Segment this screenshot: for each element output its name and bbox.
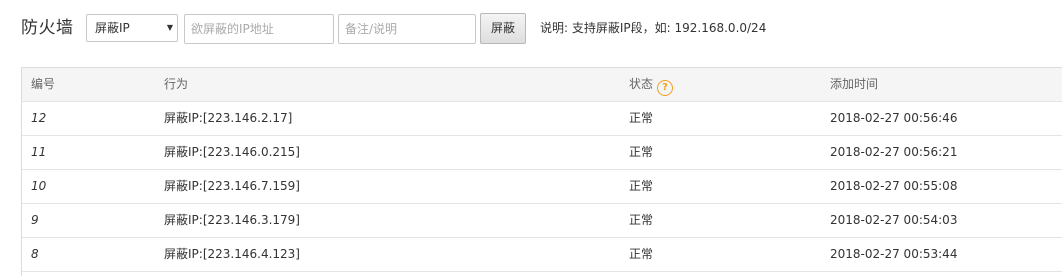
row-status: 正常	[629, 247, 654, 261]
firewall-panel: 防火墙 屏蔽IP ▼ 屏蔽 说明: 支持屏蔽IP段，如: 192.168.0.0…	[0, 0, 1062, 276]
firewall-toolbar: 防火墙 屏蔽IP ▼ 屏蔽 说明: 支持屏蔽IP段，如: 192.168.0.0…	[0, 0, 1062, 58]
row-time: 2018-02-27 00:55:08	[830, 179, 958, 193]
row-id: 12	[31, 111, 47, 125]
column-header-time: 添加时间	[830, 77, 879, 91]
row-action: 屏蔽IP:[223.146.3.179]	[164, 213, 300, 227]
row-status: 正常	[629, 179, 654, 193]
block-type-select[interactable]: 屏蔽IP ▼	[86, 14, 178, 42]
page-title: 防火墙	[21, 18, 74, 38]
row-status: 正常	[629, 145, 654, 159]
ip-address-input[interactable]	[184, 14, 334, 44]
column-header-id: 编号	[31, 77, 56, 91]
column-header-status-label: 状态	[629, 77, 654, 91]
table-header-row: 编号 行为 状态? 添加时间	[22, 68, 1062, 102]
row-action: 屏蔽IP:[223.146.4.123]	[164, 247, 300, 261]
row-time: 2018-02-27 00:56:21	[830, 145, 958, 159]
row-time: 2018-02-27 00:54:03	[830, 213, 958, 227]
question-circle-icon[interactable]: ?	[657, 80, 674, 96]
row-status: 正常	[629, 213, 654, 227]
table-row: 11 屏蔽IP:[223.146.0.215] 正常 2018-02-27 00…	[22, 136, 1062, 170]
row-id: 9	[31, 213, 39, 227]
column-header-status: 状态?	[629, 68, 674, 101]
row-action: 屏蔽IP:[223.146.7.159]	[164, 179, 300, 193]
table-row: 12 屏蔽IP:[223.146.2.17] 正常 2018-02-27 00:…	[22, 102, 1062, 136]
row-action: 屏蔽IP:[223.146.2.17]	[164, 111, 293, 125]
row-time: 2018-02-27 00:56:46	[830, 111, 958, 125]
block-type-select-value: 屏蔽IP	[95, 21, 130, 35]
column-header-action: 行为	[164, 77, 189, 91]
block-button[interactable]: 屏蔽	[480, 13, 526, 44]
row-id: 10	[31, 179, 47, 193]
note-input[interactable]	[338, 14, 476, 44]
row-time: 2018-02-27 00:53:44	[830, 247, 958, 261]
hint-text: 说明: 支持屏蔽IP段，如: 192.168.0.0/24	[540, 21, 767, 35]
row-id: 11	[31, 145, 47, 159]
table-row: 10 屏蔽IP:[223.146.7.159] 正常 2018-02-27 00…	[22, 170, 1062, 204]
firewall-table: 编号 行为 状态? 添加时间 12 屏蔽IP:[223.146.2.17] 正常…	[21, 67, 1062, 276]
caret-down-icon: ▼	[166, 23, 173, 32]
table-row: 9 屏蔽IP:[223.146.3.179] 正常 2018-02-27 00:…	[22, 204, 1062, 238]
row-status: 正常	[629, 111, 654, 125]
row-id: 8	[31, 247, 39, 261]
row-action: 屏蔽IP:[223.146.0.215]	[164, 145, 300, 159]
table-row: 8 屏蔽IP:[223.146.4.123] 正常 2018-02-27 00:…	[22, 238, 1062, 272]
